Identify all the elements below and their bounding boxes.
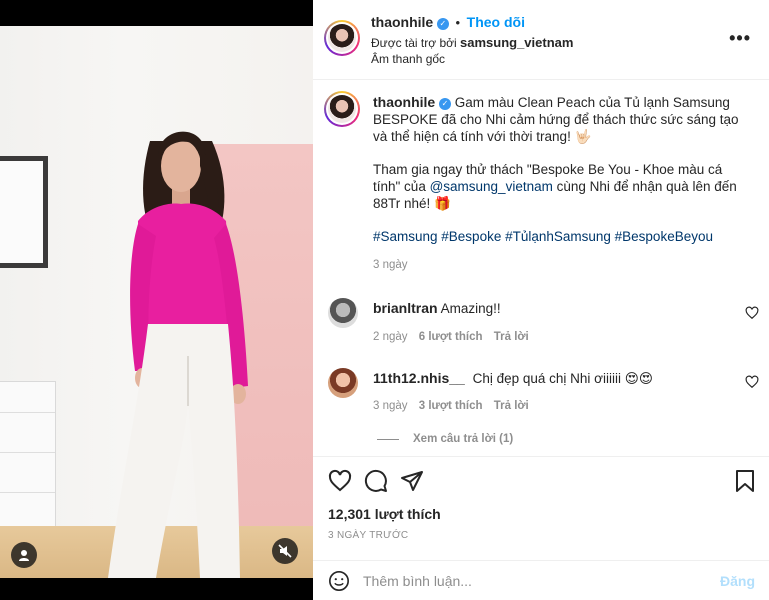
post-date: 3 NGÀY TRƯỚC (328, 530, 409, 541)
post-header: thaonhile ✓ • Theo dõi Được tài trợ bởi … (313, 0, 769, 80)
comment-meta: 3 ngày 3 lượt thích Trả lời (373, 400, 529, 412)
replies-line (377, 439, 399, 440)
author-username[interactable]: thaonhile (371, 14, 433, 30)
author-avatar[interactable] (324, 20, 360, 56)
hashtags[interactable]: #Samsung #Bespoke #TủlạnhSamsung #Bespok… (373, 228, 753, 245)
comment-text: Chị đẹp quá chị Nhi ơiiiiii 😍😍 (472, 371, 653, 386)
share-icon[interactable] (400, 469, 424, 493)
mute-icon[interactable] (272, 538, 298, 564)
comment-likes[interactable]: 6 lượt thích (419, 331, 483, 343)
mention-link[interactable]: @samsung_vietnam (430, 179, 553, 194)
separator-dot: • (455, 15, 461, 30)
heart-icon[interactable] (328, 469, 352, 493)
comment-username[interactable]: brianltran (373, 300, 438, 316)
divider (313, 456, 769, 457)
comment-time: 2 ngày (373, 331, 408, 343)
commenter-avatar[interactable] (328, 368, 358, 398)
model-figure (108, 131, 248, 578)
comment-input[interactable] (363, 570, 703, 592)
comment-meta: 2 ngày 6 lượt thích Trả lời (373, 331, 529, 343)
verified-icon: ✓ (436, 18, 449, 30)
commenter-avatar[interactable] (328, 298, 358, 328)
follow-button[interactable]: Theo dõi (467, 14, 525, 30)
post-photo (0, 26, 313, 578)
post-panel: thaonhile ✓ • Theo dõi Được tài trợ bởi … (313, 0, 769, 600)
reply-button[interactable]: Trả lời (494, 331, 529, 343)
post-comment-button[interactable]: Đăng (720, 573, 755, 589)
comment-like-heart-icon[interactable] (745, 306, 759, 320)
caption-time: 3 ngày (373, 259, 408, 271)
bookmark-icon[interactable] (734, 469, 756, 493)
caption-username[interactable]: thaonhile (373, 94, 435, 110)
emoji-icon[interactable] (328, 570, 350, 592)
more-icon[interactable]: ••• (729, 28, 751, 49)
verified-icon: ✓ (439, 98, 451, 110)
add-comment-bar: Đăng (313, 560, 769, 600)
sponsored-label: Được tài trợ bởi (371, 36, 457, 50)
comment-likes[interactable]: 3 lượt thích (419, 400, 483, 412)
comment-like-heart-icon[interactable] (745, 375, 759, 389)
reply-button[interactable]: Trả lời (494, 400, 529, 412)
likes-count[interactable]: 12,301 lượt thích (328, 506, 441, 522)
user-tag-icon[interactable] (11, 542, 37, 568)
caption-author-avatar[interactable] (324, 91, 360, 127)
post-caption: thaonhile ✓ Gam màu Clean Peach của Tủ l… (373, 94, 753, 274)
comment-icon[interactable] (364, 469, 388, 493)
comment-item: brianltran Amazing!! (373, 300, 501, 316)
comment-text: Amazing!! (440, 301, 501, 316)
comment-time: 3 ngày (373, 400, 408, 412)
post-media[interactable] (0, 0, 313, 600)
comment-item: 11th12.nhis__ Chị đẹp quá chị Nhi ơiiiii… (373, 370, 653, 387)
audio-label[interactable]: Âm thanh gốc (371, 52, 445, 66)
sponsor-link[interactable]: samsung_vietnam (460, 35, 573, 50)
view-replies-button[interactable]: Xem câu trả lời (1) (413, 433, 513, 445)
comment-username[interactable]: 11th12.nhis__ (373, 370, 465, 386)
